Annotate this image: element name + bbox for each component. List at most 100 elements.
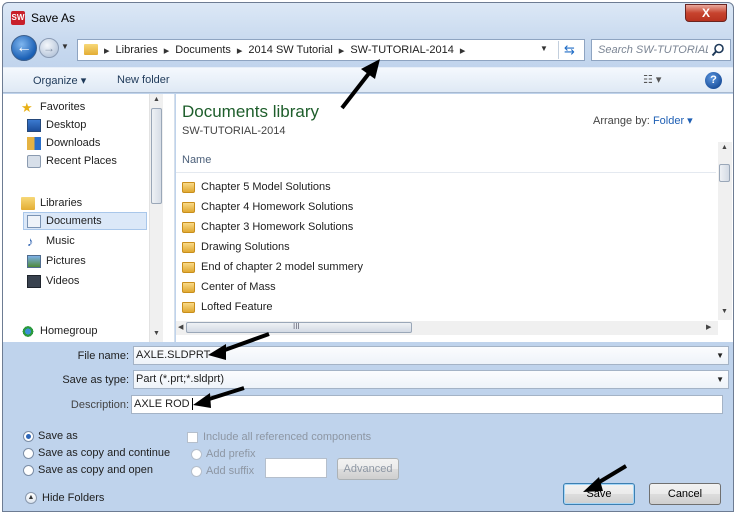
list-item-label: Center of Mass (201, 281, 276, 293)
new-folder-button[interactable]: New folder (117, 74, 170, 86)
file-name-field[interactable]: AXLE.SLDPRT ▼ (133, 346, 729, 365)
list-item[interactable]: Lofted Feature (182, 298, 273, 316)
list-item[interactable]: End of chapter 2 model summery (182, 258, 363, 276)
nav-desktop-label: Desktop (46, 119, 87, 131)
nav-downloads[interactable]: Downloads (27, 134, 100, 152)
add-prefix-radio[interactable]: Add prefix (191, 448, 256, 460)
refresh-button[interactable]: ⇆ (558, 41, 580, 59)
save-button[interactable]: Save (563, 483, 635, 505)
solidworks-app-icon: SW (11, 11, 25, 25)
search-input[interactable]: Search SW-TUTORIAL-2... (598, 44, 708, 56)
nav-music[interactable]: ♪ Music (27, 232, 75, 250)
recent-places-icon (27, 154, 41, 168)
nav-favorites-label: Favorites (40, 101, 86, 113)
breadcrumb-separator[interactable]: ▸ (460, 44, 466, 57)
column-header-name[interactable]: Name (182, 154, 211, 166)
organize-menu[interactable]: Organize ▾ (33, 74, 86, 87)
back-button[interactable]: ← (11, 35, 37, 61)
chevron-down-icon[interactable]: ▼ (716, 375, 724, 384)
nav-videos[interactable]: Videos (27, 272, 79, 290)
save-copy-continue-radio[interactable]: Save as copy and continue (23, 447, 170, 459)
file-list-horizontal-scrollbar[interactable]: ◀ III ▶ (176, 321, 718, 335)
add-prefix-label: Add prefix (206, 448, 256, 460)
search-icon[interactable] (711, 43, 725, 57)
save-as-radio-label: Save as (38, 430, 78, 442)
breadcrumb-separator[interactable]: ▸ (339, 44, 345, 57)
nav-libraries[interactable]: Libraries (21, 194, 82, 212)
file-list-vertical-scrollbar[interactable]: ▲ ▼ (718, 142, 732, 320)
cancel-button[interactable]: Cancel (649, 483, 721, 505)
nav-scroll-thumb[interactable] (151, 108, 162, 204)
scroll-up-icon[interactable]: ▲ (153, 96, 160, 103)
nav-desktop[interactable]: Desktop (27, 116, 86, 134)
libraries-icon (21, 196, 35, 210)
nav-favorites[interactable]: ★ Favorites (21, 98, 85, 116)
command-bar: Organize ▾ New folder ☷ ▾ ? (3, 67, 733, 93)
list-item[interactable]: Center of Mass (182, 278, 276, 296)
breadcrumb-separator: ▸ (104, 45, 110, 57)
list-item[interactable]: Chapter 4 Homework Solutions (182, 198, 353, 216)
save-as-radio[interactable]: Save as (23, 430, 78, 442)
advanced-button[interactable]: Advanced (337, 458, 399, 480)
downloads-icon (27, 136, 41, 150)
add-suffix-label: Add suffix (206, 465, 255, 477)
scroll-down-icon[interactable]: ▼ (721, 308, 728, 315)
title-bar: SW Save As X (3, 3, 733, 31)
scroll-down-icon[interactable]: ▼ (153, 330, 160, 337)
search-box[interactable]: Search SW-TUTORIAL-2... (591, 39, 731, 61)
folder-icon (182, 201, 195, 213)
scroll-up-icon[interactable]: ▲ (721, 144, 728, 151)
list-item[interactable]: Chapter 5 Model Solutions (182, 178, 331, 196)
save-copy-open-radio[interactable]: Save as copy and open (23, 464, 153, 476)
list-item[interactable]: Chapter 3 Homework Solutions (182, 218, 353, 236)
address-bar[interactable]: ▸ Libraries ▸ Documents ▸ 2014 SW Tutori… (77, 39, 585, 61)
list-item-label: Chapter 3 Homework Solutions (201, 221, 354, 233)
nav-downloads-label: Downloads (46, 137, 101, 149)
breadcrumb-separator[interactable]: ▸ (164, 44, 170, 57)
nav-documents-label: Documents (46, 215, 102, 227)
include-references-checkbox[interactable]: Include all referenced components (187, 431, 371, 443)
radio-icon (191, 448, 202, 460)
list-item-label: End of chapter 2 model summery (201, 261, 364, 273)
add-suffix-radio[interactable]: Add suffix (191, 465, 254, 477)
breadcrumb-separator[interactable]: ▸ (237, 44, 243, 57)
description-value: AXLE ROD (134, 398, 190, 410)
vertical-scroll-thumb[interactable] (719, 164, 730, 182)
save-as-type-select[interactable]: Part (*.prt;*.sldprt) ▼ (133, 370, 729, 389)
breadcrumb-2014-sw-tutorial[interactable]: 2014 SW Tutorial (248, 44, 332, 57)
description-field[interactable]: AXLE ROD (131, 395, 723, 414)
breadcrumb-documents[interactable]: Documents (175, 44, 231, 57)
pictures-icon (27, 254, 41, 268)
library-subtitle: SW-TUTORIAL-2014 (182, 125, 286, 137)
nav-videos-label: Videos (46, 275, 80, 287)
save-copy-open-label: Save as copy and open (38, 464, 153, 476)
nav-homegroup[interactable]: Homegroup (21, 322, 97, 340)
horizontal-scroll-thumb[interactable]: III (186, 322, 412, 333)
list-item[interactable]: Drawing Solutions (182, 238, 290, 256)
nav-pictures[interactable]: Pictures (27, 252, 86, 270)
prefix-suffix-input[interactable] (265, 458, 327, 478)
recent-locations-dropdown[interactable]: ▼ (61, 42, 69, 51)
music-icon: ♪ (27, 233, 34, 249)
star-icon: ★ (21, 99, 33, 115)
forward-button[interactable]: → (39, 38, 59, 58)
text-caret (191, 398, 193, 411)
desktop-icon (27, 118, 41, 132)
close-button[interactable]: X (685, 4, 727, 22)
change-view-icon[interactable]: ☷ ▾ (643, 73, 661, 86)
arrange-by-dropdown[interactable]: Folder ▾ (653, 115, 693, 127)
nav-homegroup-label: Homegroup (40, 325, 98, 337)
hide-folders-toggle[interactable]: ▲ Hide Folders (25, 492, 104, 504)
scroll-right-icon[interactable]: ▶ (706, 323, 711, 331)
nav-scrollbar[interactable]: ▲ ▼ (149, 94, 163, 342)
help-icon[interactable]: ? (705, 72, 722, 89)
breadcrumb-libraries[interactable]: Libraries (116, 44, 158, 57)
chevron-down-icon[interactable]: ▼ (716, 351, 724, 360)
nav-documents[interactable]: Documents (23, 212, 147, 230)
breadcrumb-sw-tutorial-2014[interactable]: SW-TUTORIAL-2014 (350, 44, 454, 57)
documents-icon (27, 214, 41, 228)
scroll-left-icon[interactable]: ◀ (178, 323, 183, 331)
address-dropdown-icon[interactable]: ▼ (540, 44, 548, 53)
checkbox-icon (187, 431, 198, 443)
nav-recent-places[interactable]: Recent Places (27, 152, 117, 170)
